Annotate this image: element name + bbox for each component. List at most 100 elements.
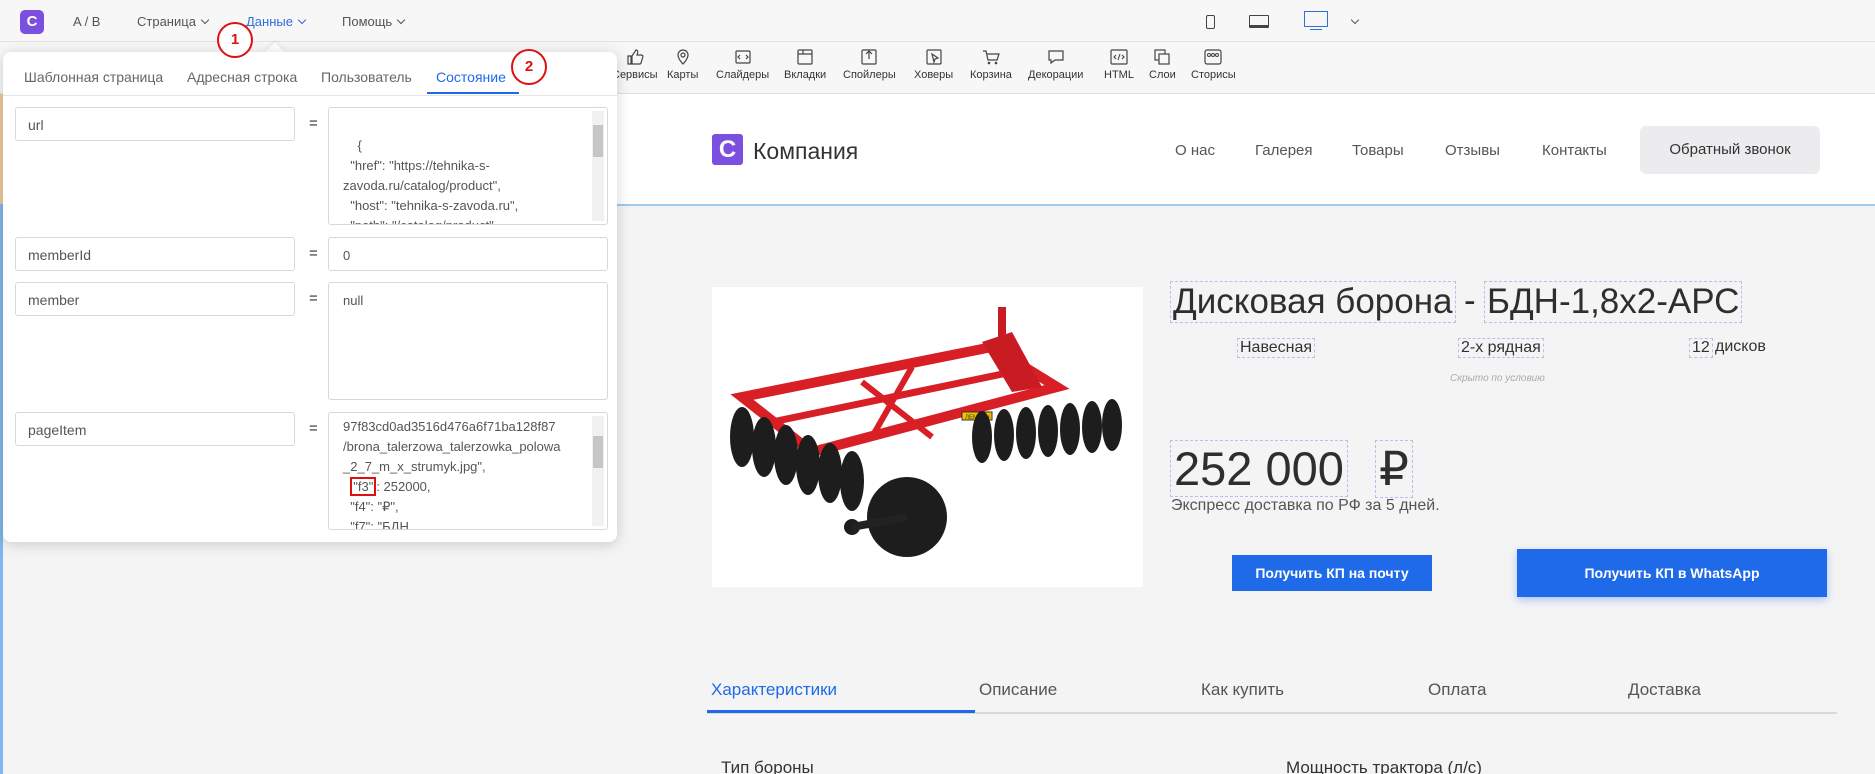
product-attr-discs-count[interactable]: 12 [1689, 338, 1713, 358]
active-tab-underline [707, 710, 975, 713]
tab-address-bar[interactable]: Адресная строка [187, 69, 297, 85]
product-title-dash: - [1464, 281, 1476, 320]
value-text: 0 [343, 248, 351, 263]
tool-spoilers[interactable]: Спойлеры [843, 48, 896, 81]
tool-label: Сторисы [1191, 69, 1236, 81]
product-price[interactable]: 252 000 [1170, 440, 1348, 497]
product-attr-rows[interactable]: 2-х рядная [1458, 338, 1544, 358]
product-image[interactable]: ЛЕМКЕН [712, 287, 1143, 587]
menu-data[interactable]: Данные [246, 14, 307, 29]
product-title-model[interactable]: БДН-1,8х2-АРС [1484, 281, 1743, 323]
scrollbar-thumb[interactable] [593, 436, 603, 468]
map-pin-icon [677, 49, 689, 65]
value-field-member[interactable]: null [328, 282, 608, 400]
spec-tractor-power: Мощность трактора (л/с) [1286, 758, 1482, 774]
chevron-down-icon [1350, 15, 1360, 25]
view-dropdown[interactable] [1346, 14, 1360, 29]
key-field-pageitem[interactable]: pageItem [15, 412, 295, 446]
stories-icon [1204, 49, 1222, 65]
nav-about[interactable]: О нас [1175, 142, 1215, 159]
tool-hovers[interactable]: Ховеры [914, 48, 953, 81]
hidden-condition-note: Скрыто по условию [1450, 373, 1545, 384]
product-attr-mount[interactable]: Навесная [1237, 338, 1316, 358]
mobile-view-icon[interactable] [1206, 15, 1215, 29]
tool-decorations[interactable]: Декорации [1028, 48, 1083, 81]
tool-cart[interactable]: Корзина [970, 48, 1012, 81]
equals-sign: = [309, 290, 318, 307]
tab-description[interactable]: Описание [979, 680, 1057, 700]
chevron-down-icon [396, 15, 406, 25]
chevron-down-icon [200, 15, 210, 25]
tool-tabs[interactable]: Вкладки [784, 48, 826, 81]
tool-html[interactable]: HTML [1104, 48, 1134, 81]
equals-sign: = [309, 420, 318, 437]
tool-stories[interactable]: Сторисы [1191, 48, 1236, 81]
tool-label: Ховеры [914, 69, 954, 81]
value-field-memberid[interactable]: 0 [328, 237, 608, 271]
tool-maps[interactable]: Карты [667, 48, 698, 81]
slider-icon [734, 50, 751, 64]
tab-how-to-buy[interactable]: Как купить [1201, 680, 1284, 700]
tool-layers[interactable]: Слои [1149, 48, 1176, 81]
active-tab-underline [427, 92, 519, 94]
product-currency[interactable]: ₽ [1375, 440, 1413, 498]
scrollbar-thumb[interactable] [593, 125, 603, 157]
cart-icon [982, 50, 1000, 65]
tool-label: Корзина [970, 69, 1012, 81]
tool-label: HTML [1104, 69, 1134, 81]
annotation-badge-2: 2 [511, 49, 547, 85]
layers-icon [1154, 49, 1170, 65]
key-field-member[interactable]: member [15, 282, 295, 316]
laptop-view-icon[interactable] [1249, 15, 1269, 28]
tab-characteristics[interactable]: Характеристики [711, 680, 837, 700]
delivery-note: Экспресс доставка по РФ за 5 дней. [1171, 497, 1440, 514]
tool-label: Карты [667, 69, 699, 81]
tool-label: Слои [1149, 69, 1176, 81]
app-logo[interactable]: C [20, 10, 44, 34]
desktop-stand [1310, 27, 1322, 30]
highlighted-key-f3: "f3" [350, 477, 377, 496]
menu-help[interactable]: Помощь [342, 14, 406, 29]
get-offer-whatsapp-button[interactable]: Получить КП в WhatsApp [1517, 549, 1827, 597]
nav-contacts[interactable]: Контакты [1542, 142, 1607, 159]
tabs-icon [797, 49, 813, 65]
tab-template-page[interactable]: Шаблонная страница [24, 69, 163, 85]
nav-gallery[interactable]: Галерея [1255, 142, 1313, 159]
tab-payment[interactable]: Оплата [1428, 680, 1486, 700]
chevron-down-icon [297, 15, 307, 25]
desktop-view-icon[interactable] [1304, 11, 1328, 27]
key-field-memberid[interactable]: memberId [15, 237, 295, 271]
tool-services[interactable]: Сервисы [612, 48, 658, 81]
tool-label: Вкладки [784, 69, 827, 81]
code-icon [1110, 49, 1128, 65]
nav-reviews[interactable]: Отзывы [1445, 142, 1500, 159]
menu-page[interactable]: Страница [137, 14, 210, 29]
value-field-pageitem[interactable]: 97f83cd0ad3516d476a6f71ba128f87 /brona_t… [328, 412, 608, 530]
company-name[interactable]: Компания [753, 138, 858, 165]
data-panel: Шаблонная страница Адресная строка Польз… [3, 52, 617, 542]
ab-test-button[interactable]: A / B [73, 14, 100, 29]
get-offer-email-button[interactable]: Получить КП на почту [1232, 555, 1432, 591]
menu-page-label: Страница [137, 14, 196, 29]
tool-label: Спойлеры [843, 69, 896, 81]
equals-sign: = [309, 245, 318, 262]
annotation-badge-1: 1 [217, 22, 253, 58]
site-logo[interactable]: С [712, 134, 743, 165]
tool-label: Сервисы [612, 69, 658, 81]
speech-bubble-icon [1048, 50, 1064, 65]
product-tabs: Характеристики Описание Как купить Оплат… [707, 666, 1837, 714]
menu-data-label: Данные [246, 14, 293, 29]
tab-delivery[interactable]: Доставка [1628, 680, 1701, 700]
key-field-url[interactable]: url [15, 107, 295, 141]
callback-button[interactable]: Обратный звонок [1640, 126, 1820, 174]
nav-products[interactable]: Товары [1352, 142, 1404, 159]
equals-sign: = [309, 115, 318, 132]
value-field-url[interactable]: { "href": "https://tehnika-s- zavoda.ru/… [328, 107, 608, 225]
tab-state[interactable]: Состояние [436, 69, 506, 85]
tool-label: Декорации [1028, 69, 1084, 81]
tab-user[interactable]: Пользователь [321, 69, 412, 85]
scrollbar[interactable] [592, 416, 604, 526]
tool-sliders[interactable]: Слайдеры [716, 48, 769, 81]
scrollbar[interactable] [592, 111, 604, 221]
product-title-name[interactable]: Дисковая борона [1170, 281, 1456, 323]
